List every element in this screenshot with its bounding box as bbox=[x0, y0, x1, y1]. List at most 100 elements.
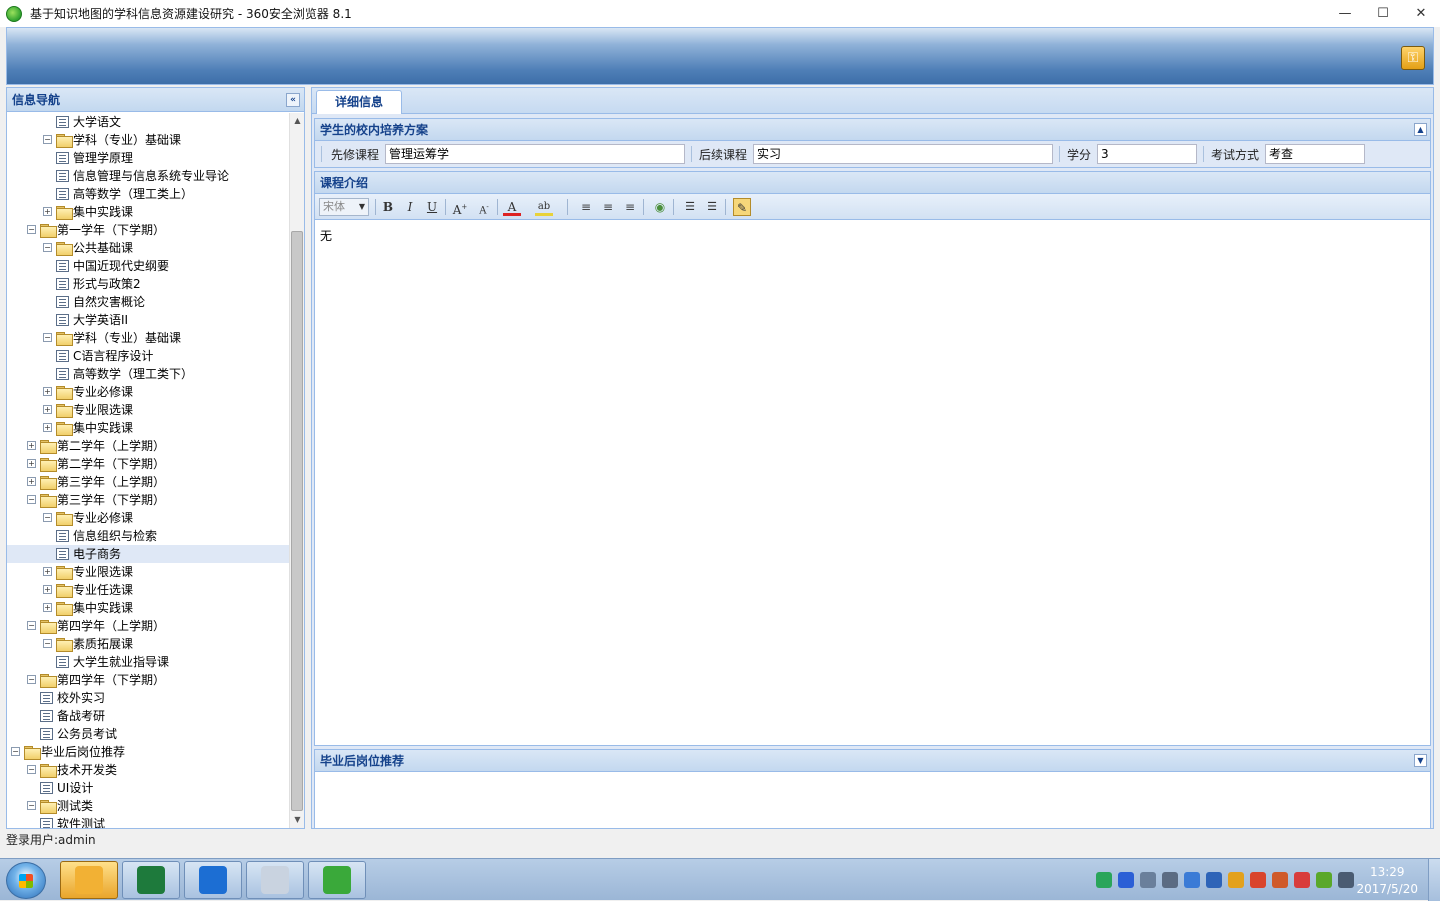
collapse-node-icon[interactable]: − bbox=[43, 513, 52, 522]
source-edit-icon[interactable]: ✎ bbox=[733, 198, 751, 216]
show-desktop-button[interactable] bbox=[1428, 859, 1440, 901]
expand-icon[interactable]: + bbox=[27, 459, 36, 468]
tree-folder-node[interactable]: − 第四学年（上学期） bbox=[7, 617, 289, 635]
collapse-node-icon[interactable]: − bbox=[43, 639, 52, 648]
exam-field[interactable]: 考查 bbox=[1265, 144, 1365, 164]
start-button[interactable] bbox=[6, 862, 46, 899]
underline-icon[interactable]: U bbox=[423, 198, 441, 216]
tree-folder-node[interactable]: − 学科（专业）基础课 bbox=[7, 131, 289, 149]
nav-scrollbar[interactable]: ▲ ▼ bbox=[289, 113, 304, 828]
tree-folder-node[interactable]: + 集中实践课 bbox=[7, 419, 289, 437]
tree-leaf-node[interactable]: 大学语文 bbox=[7, 113, 289, 131]
tree-folder-node[interactable]: − 素质拓展课 bbox=[7, 635, 289, 653]
tree-leaf-node[interactable]: 信息管理与信息系统专业导论 bbox=[7, 167, 289, 185]
360-icon[interactable] bbox=[1316, 872, 1332, 888]
browser-360-app[interactable] bbox=[308, 861, 366, 899]
align-right-icon[interactable]: ≡ bbox=[621, 198, 639, 216]
minimize-button[interactable]: — bbox=[1326, 0, 1364, 27]
network-icon[interactable] bbox=[1162, 872, 1178, 888]
sogou-icon[interactable] bbox=[1096, 872, 1112, 888]
expand-icon[interactable]: + bbox=[27, 477, 36, 486]
tree-folder-node[interactable]: + 集中实践课 bbox=[7, 599, 289, 617]
tree-folder-node[interactable]: + 专业限选课 bbox=[7, 563, 289, 581]
collapse-node-icon[interactable]: − bbox=[43, 243, 52, 252]
help-icon[interactable] bbox=[1118, 872, 1134, 888]
tree-leaf-node[interactable]: 中国近现代史纲要 bbox=[7, 257, 289, 275]
tree-folder-node[interactable]: + 第三学年（上学期） bbox=[7, 473, 289, 491]
tree-leaf-node[interactable]: 形式与政策2 bbox=[7, 275, 289, 293]
tab-detail[interactable]: 详细信息 bbox=[316, 90, 402, 114]
collapse-node-icon[interactable]: − bbox=[27, 675, 36, 684]
game-icon[interactable] bbox=[1250, 872, 1266, 888]
expand-icon[interactable]: + bbox=[27, 441, 36, 450]
key-icon[interactable]: ⚿ bbox=[1401, 46, 1425, 70]
font-shrink-icon[interactable]: A- bbox=[475, 198, 493, 216]
align-center-icon[interactable]: ≡ bbox=[599, 198, 617, 216]
unordered-list-icon[interactable]: ☰ bbox=[703, 198, 721, 216]
tools-app[interactable] bbox=[246, 861, 304, 899]
maximize-button[interactable]: ☐ bbox=[1364, 0, 1402, 27]
course-intro-editor[interactable]: 无 bbox=[315, 221, 1430, 745]
tree-folder-node[interactable]: − 学科（专业）基础课 bbox=[7, 329, 289, 347]
tree-folder-node[interactable]: − 专业必修课 bbox=[7, 509, 289, 527]
tree-folder-node[interactable]: − 第三学年（下学期） bbox=[7, 491, 289, 509]
expand-icon[interactable]: + bbox=[43, 423, 52, 432]
font-family-select[interactable]: 宋体 ▼ bbox=[319, 198, 369, 216]
expand-icon[interactable]: + bbox=[43, 567, 52, 576]
prereq-field[interactable]: 管理运筹学 bbox=[385, 144, 685, 164]
tree-leaf-node[interactable]: 大学生就业指导课 bbox=[7, 653, 289, 671]
tree-folder-node[interactable]: − 第一学年（下学期） bbox=[7, 221, 289, 239]
tree-leaf-node[interactable]: 大学英语II bbox=[7, 311, 289, 329]
link-icon[interactable]: ◉ bbox=[651, 198, 669, 216]
collapse-node-icon[interactable]: − bbox=[27, 801, 36, 810]
tree-folder-node[interactable]: + 集中实践课 bbox=[7, 203, 289, 221]
tree-folder-node[interactable]: + 专业限选课 bbox=[7, 401, 289, 419]
expand-icon[interactable]: + bbox=[43, 603, 52, 612]
arrow-icon[interactable] bbox=[1140, 872, 1156, 888]
collapse-node-icon[interactable]: − bbox=[27, 765, 36, 774]
italic-icon[interactable]: I bbox=[401, 198, 419, 216]
tree-leaf-node[interactable]: 信息组织与检索 bbox=[7, 527, 289, 545]
collapse-node-icon[interactable]: − bbox=[43, 135, 52, 144]
teamviewer-app[interactable] bbox=[184, 861, 242, 899]
tree-leaf-node[interactable]: 软件测试 bbox=[7, 815, 289, 828]
tree-leaf-node[interactable]: UI设计 bbox=[7, 779, 289, 797]
font-grow-icon[interactable]: A+ bbox=[451, 198, 469, 217]
collapse-node-icon[interactable]: − bbox=[11, 747, 20, 756]
tree-leaf-node[interactable]: 备战考研 bbox=[7, 707, 289, 725]
tree-folder-node[interactable]: − 技术开发类 bbox=[7, 761, 289, 779]
qq-penguin-app[interactable] bbox=[60, 861, 118, 899]
scroll-up-icon[interactable]: ▲ bbox=[290, 113, 305, 129]
grid-icon[interactable] bbox=[1206, 872, 1222, 888]
collapse-up-icon[interactable]: ▲ bbox=[1414, 123, 1427, 136]
tree-folder-node[interactable]: + 第二学年（下学期） bbox=[7, 455, 289, 473]
tree-leaf-node[interactable]: 自然灾害概论 bbox=[7, 293, 289, 311]
highlight-icon[interactable]: ab bbox=[535, 198, 553, 216]
qq-icon[interactable] bbox=[1228, 872, 1244, 888]
expand-icon[interactable]: + bbox=[43, 207, 52, 216]
expand-down-icon[interactable]: ▼ bbox=[1414, 754, 1427, 767]
collapse-node-icon[interactable]: − bbox=[27, 495, 36, 504]
tree-folder-node[interactable]: + 第二学年（上学期） bbox=[7, 437, 289, 455]
tree-leaf-node[interactable]: 电子商务 bbox=[7, 545, 289, 563]
tree-folder-node[interactable]: + 专业必修课 bbox=[7, 383, 289, 401]
bold-icon[interactable]: B bbox=[379, 198, 397, 216]
scroll-down-icon[interactable]: ▼ bbox=[290, 812, 305, 828]
collapse-icon[interactable]: « bbox=[286, 93, 300, 107]
user-icon[interactable] bbox=[1184, 872, 1200, 888]
collapse-node-icon[interactable]: − bbox=[27, 621, 36, 630]
font-color-icon[interactable]: A bbox=[503, 198, 521, 216]
excel-app[interactable] bbox=[122, 861, 180, 899]
expand-icon[interactable]: + bbox=[43, 585, 52, 594]
tree-leaf-node[interactable]: 校外实习 bbox=[7, 689, 289, 707]
followup-field[interactable]: 实习 bbox=[753, 144, 1053, 164]
collapse-node-icon[interactable]: − bbox=[27, 225, 36, 234]
tree-folder-node[interactable]: − 第四学年（下学期） bbox=[7, 671, 289, 689]
tree-leaf-node[interactable]: 公务员考试 bbox=[7, 725, 289, 743]
tree-folder-node[interactable]: − 测试类 bbox=[7, 797, 289, 815]
scroll-thumb[interactable] bbox=[291, 231, 303, 811]
pin-icon[interactable] bbox=[1338, 872, 1354, 888]
clock[interactable]: 13:29 2017/5/20 bbox=[1356, 864, 1418, 898]
ordered-list-icon[interactable]: ☰ bbox=[681, 198, 699, 216]
collapse-node-icon[interactable]: − bbox=[43, 333, 52, 342]
